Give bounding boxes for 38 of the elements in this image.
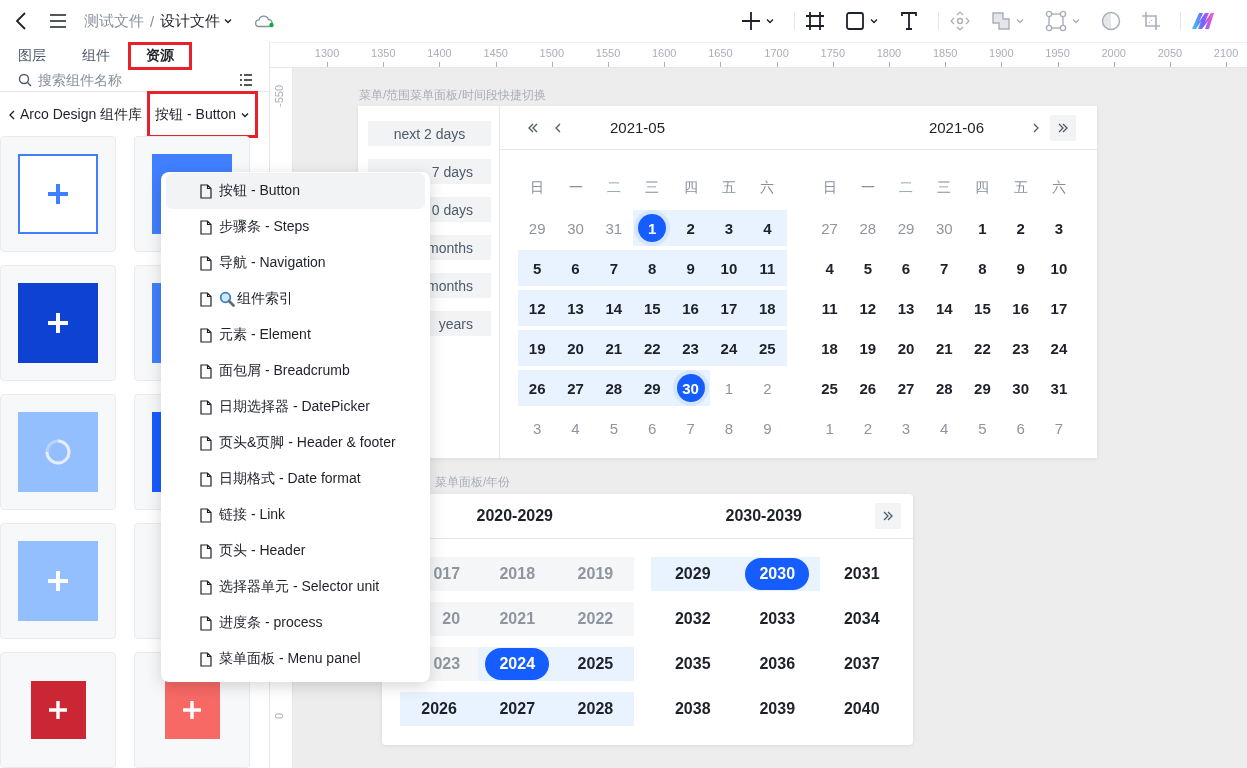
ruler-label: 1950 <box>1045 47 1070 59</box>
weekday-label: 六 <box>759 178 776 197</box>
ruler-label: 1850 <box>932 47 958 59</box>
ruler-label: 1900 <box>989 47 1014 59</box>
ruler-label: 0 <box>273 712 286 720</box>
ruler-label: 1650 <box>708 47 733 59</box>
ruler-label: 2100 <box>1213 47 1239 59</box>
month-title: 2021-06 <box>928 119 984 136</box>
ruler-label: 1500 <box>539 47 565 59</box>
decade-title: 2020-2029 <box>476 507 553 525</box>
ruler-label: 1550 <box>595 47 621 59</box>
ruler-label: 1600 <box>651 47 677 59</box>
ruler-label: 1350 <box>371 47 396 59</box>
weekday-label: 二 <box>605 178 622 197</box>
ruler-label: 1800 <box>876 47 902 59</box>
ruler-label: -550 <box>273 85 285 107</box>
month-title: 2021-05 <box>610 119 666 136</box>
weekday-label: 五 <box>1012 178 1029 197</box>
decade-title: 2030-2039 <box>725 507 802 525</box>
ruler-label: 2000 <box>1101 47 1126 59</box>
ruler-label: 1400 <box>427 47 452 59</box>
weekday-label: 一 <box>567 178 584 197</box>
ruler-label: 1300 <box>314 47 340 59</box>
weekday-label: 三 <box>936 178 953 197</box>
weekday-label: 四 <box>974 178 991 197</box>
ruler-label: 2050 <box>1157 47 1183 59</box>
weekday-label: 四 <box>682 178 699 197</box>
weekday-label: 日 <box>821 178 838 197</box>
ruler-label: 1750 <box>820 47 845 59</box>
weekday-label: 六 <box>1050 178 1067 197</box>
weekday-label: 二 <box>898 178 915 197</box>
weekday-label: 日 <box>529 178 546 197</box>
weekday-label: 一 <box>859 178 876 197</box>
weekday-label: 三 <box>644 178 661 197</box>
ruler-label: 1700 <box>764 47 789 59</box>
weekday-label: 五 <box>720 178 737 197</box>
ruler-label: 1450 <box>483 47 508 59</box>
breadcrumb-separator: / <box>150 12 155 30</box>
